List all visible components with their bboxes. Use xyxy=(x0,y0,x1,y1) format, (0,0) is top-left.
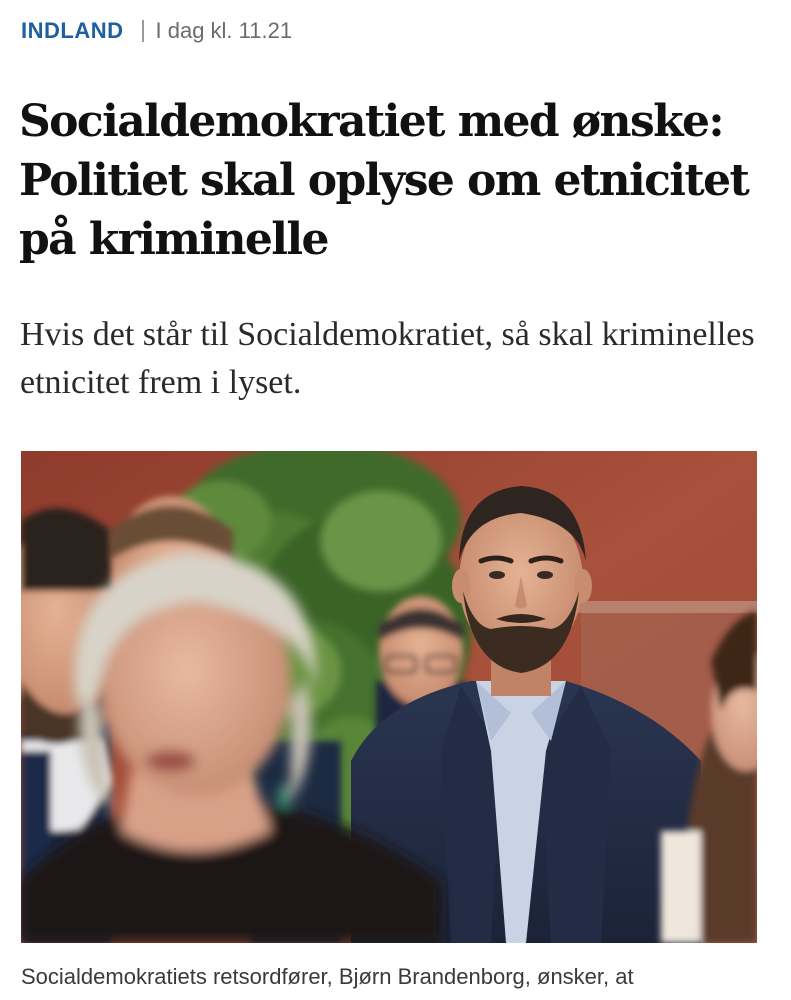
article-meta: INDLAND I dag kl. 11.21 xyxy=(21,14,292,48)
stone-ledge xyxy=(576,601,757,613)
meta-divider xyxy=(141,20,144,42)
article-hero-image[interactable] xyxy=(21,451,757,943)
image-caption: Socialdemokratiets retsordfører, Bjørn B… xyxy=(21,964,634,989)
article-lead: Hvis det står til Socialdemokratiet, så … xyxy=(20,316,755,401)
publish-timestamp: I dag kl. 11.21 xyxy=(155,18,293,43)
section-link[interactable]: INDLAND xyxy=(21,18,124,44)
article-headline: Socialdemokratiet med ønske: Politiet sk… xyxy=(19,96,750,265)
